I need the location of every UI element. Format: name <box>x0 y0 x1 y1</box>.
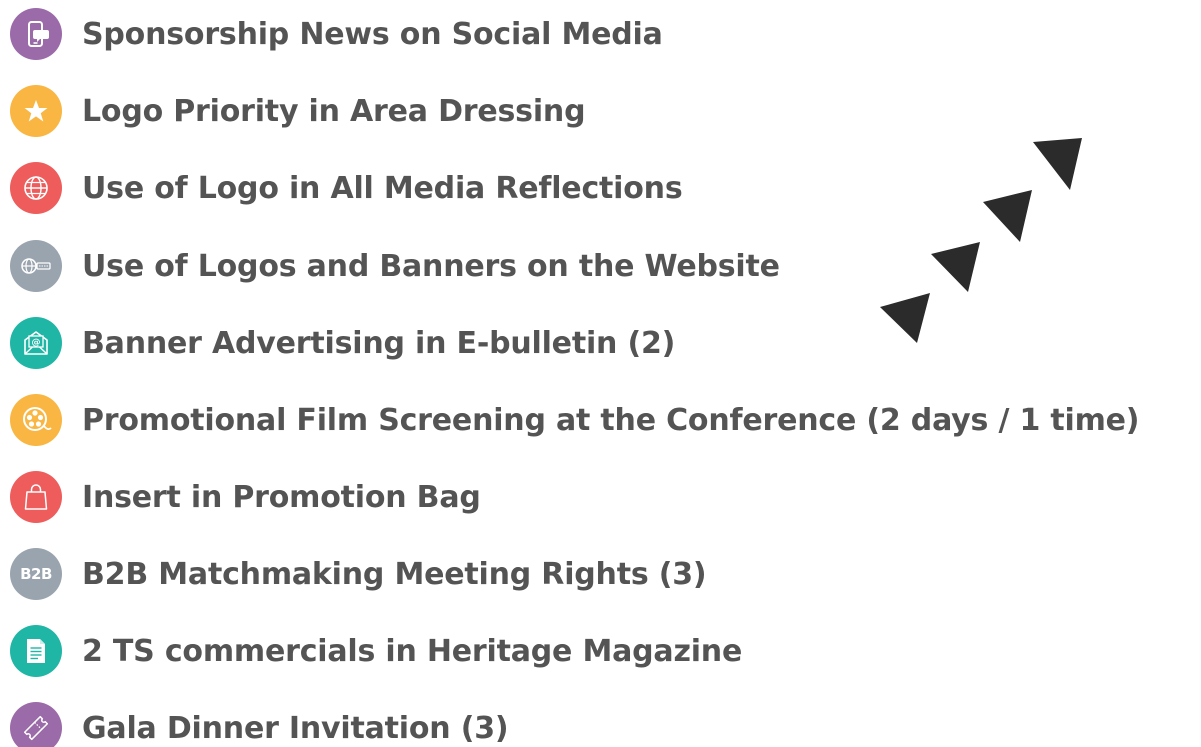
list-item: Promotional Film Screening at the Confer… <box>10 394 1140 446</box>
benefits-list: Sponsorship News on Social Media Logo Pr… <box>0 0 1201 747</box>
list-item-label: Gala Dinner Invitation (3) <box>82 710 509 746</box>
svg-text:@: @ <box>32 338 41 348</box>
email-icon: @ <box>10 317 62 369</box>
bag-icon <box>10 471 62 523</box>
b2b-icon-text: B2B <box>20 565 52 583</box>
list-item-label: Use of Logos and Banners on the Website <box>82 248 780 284</box>
list-item: @ Banner Advertising in E-bulletin (2) <box>10 317 675 369</box>
arrow-icon <box>880 293 930 343</box>
arrow-icon <box>983 190 1032 242</box>
list-item-label: Banner Advertising in E-bulletin (2) <box>82 325 676 361</box>
globe-icon <box>10 162 62 214</box>
ticket-icon <box>10 702 62 747</box>
list-item: Insert in Promotion Bag <box>10 471 481 523</box>
list-item: Use of Logos and Banners on the Website <box>10 240 780 292</box>
list-item: Use of Logo in All Media Reflections <box>10 162 683 214</box>
arrow-icon <box>1033 138 1082 190</box>
list-item-label: 2 TS commercials in Heritage Magazine <box>82 633 743 669</box>
list-item: 2 TS commercials in Heritage Magazine <box>10 625 742 677</box>
arrow-icon <box>931 242 980 292</box>
list-item-label: Sponsorship News on Social Media <box>82 16 663 52</box>
b2b-icon: B2B <box>10 548 62 600</box>
list-item: Logo Priority in Area Dressing <box>10 85 586 137</box>
web-search-icon <box>10 240 62 292</box>
arrow-decoration <box>880 138 1082 343</box>
star-icon <box>10 85 62 137</box>
list-item-label: Use of Logo in All Media Reflections <box>82 170 683 206</box>
film-reel-icon <box>10 394 62 446</box>
phone-chat-icon <box>10 8 62 60</box>
list-item-label: Promotional Film Screening at the Confer… <box>82 402 1140 438</box>
list-item: B2B B2B Matchmaking Meeting Rights (3) <box>10 548 707 600</box>
list-item: Sponsorship News on Social Media <box>10 8 663 60</box>
list-item: Gala Dinner Invitation (3) <box>10 702 509 747</box>
list-item-label: Logo Priority in Area Dressing <box>82 93 586 129</box>
list-item-label: Insert in Promotion Bag <box>82 479 481 515</box>
document-icon <box>10 625 62 677</box>
list-item-label: B2B Matchmaking Meeting Rights (3) <box>82 556 707 592</box>
